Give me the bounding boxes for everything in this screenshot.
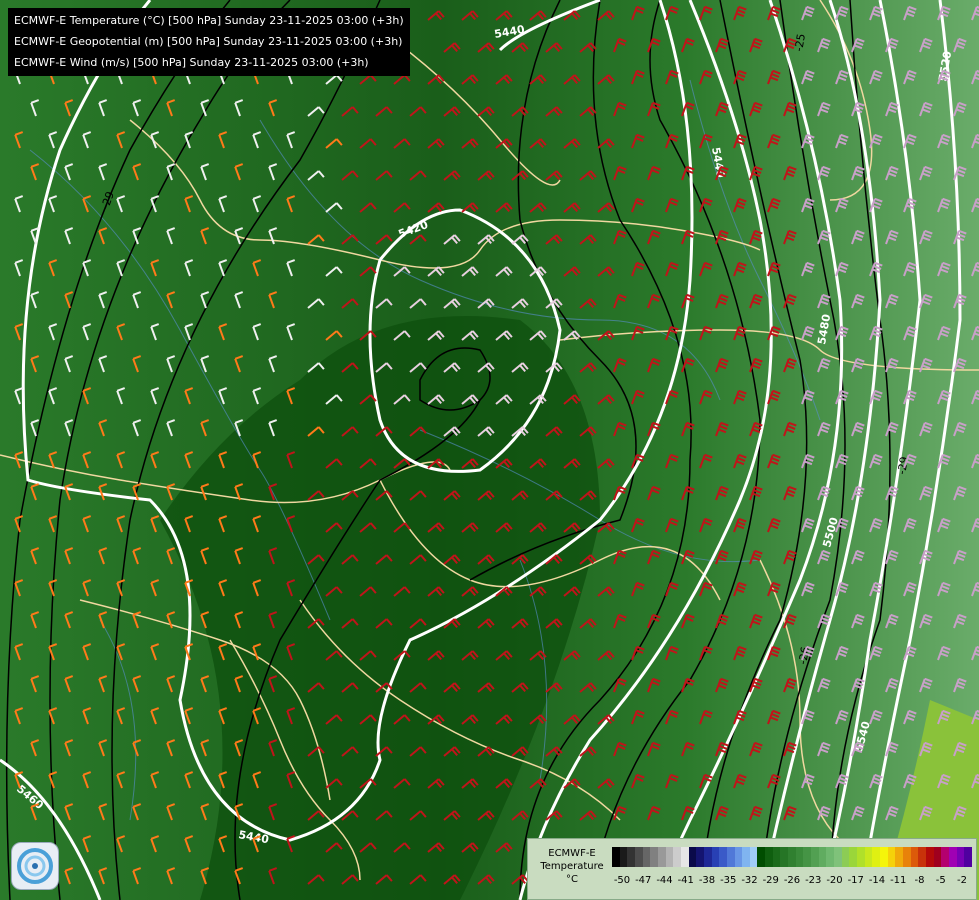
legend-swatch	[872, 847, 880, 867]
legend-swatch	[941, 847, 949, 867]
legend-swatch	[841, 847, 850, 867]
legend-tick-label: -20	[826, 875, 843, 886]
legend-swatch	[634, 847, 643, 867]
legend-swatch	[788, 847, 796, 867]
provider-logo-icon	[11, 842, 59, 890]
legend-swatch	[703, 847, 712, 867]
legend-swatch	[857, 847, 865, 867]
legend-tick-label: -2	[957, 875, 967, 886]
map-title-box: ECMWF-E Temperature (°C) [500 hPa] Sunda…	[8, 8, 410, 76]
legend-swatch	[680, 847, 689, 867]
legend-tick-label: -38	[698, 875, 716, 886]
legend-swatch	[956, 847, 965, 867]
legend-tick-label: -17	[847, 875, 864, 886]
title-temperature: ECMWF-E Temperature (°C) [500 hPa] Sunda…	[14, 14, 404, 27]
legend-swatch	[657, 847, 666, 867]
legend-swatch	[765, 847, 773, 867]
legend-tick-label: -14	[868, 875, 886, 886]
legend-tick-label: -35	[720, 875, 737, 886]
legend-swatch	[811, 847, 819, 867]
temperature-legend: ECMWF-E Temperature °C -50 -47 -44 -41 -38 -3…	[527, 838, 977, 900]
legend-swatch	[772, 847, 781, 867]
legend-tick-label: -26	[783, 875, 801, 886]
legend-tick-label: -11	[890, 875, 907, 886]
legend-swatch	[910, 847, 919, 867]
legend-tick-label: -44	[656, 875, 673, 886]
legend-swatch	[612, 847, 620, 867]
legend-title: ECMWF-E Temperature °C	[540, 848, 604, 885]
weather-map: 5440 5420 5440 5460 5480 5500 5520 5540 …	[0, 0, 979, 900]
legend-swatch	[627, 847, 635, 867]
legend-swatch	[650, 847, 658, 867]
legend-swatch	[826, 847, 835, 867]
legend-tick-label: -5	[935, 875, 946, 886]
title-geopotential: ECMWF-E Geopotential (m) [500 hPa] Sunda…	[14, 35, 403, 48]
legend-swatch	[665, 847, 674, 867]
legend-swatch	[803, 847, 812, 867]
legend-swatch	[933, 847, 942, 867]
legend-swatch	[879, 847, 888, 867]
legend-swatch	[719, 847, 727, 867]
legend-swatch	[742, 847, 750, 867]
legend-swatch	[849, 847, 857, 867]
legend-tick-label: -47	[635, 875, 652, 886]
legend-tick-label: -50	[613, 875, 631, 886]
legend-tick-label: -8	[914, 875, 925, 886]
legend-tick-label: -32	[741, 875, 758, 886]
legend-swatch	[711, 847, 720, 867]
legend-swatch	[795, 847, 804, 867]
title-wind: ECMWF-E Wind (m/s) [500 hPa] Sunday 23-1…	[14, 56, 369, 69]
legend-swatch	[749, 847, 758, 867]
legend-swatch	[642, 847, 651, 867]
legend-swatch	[948, 847, 957, 867]
legend-swatch	[925, 847, 934, 867]
legend-swatch	[864, 847, 873, 867]
legend-swatch	[918, 847, 926, 867]
legend-swatch	[688, 847, 697, 867]
legend-swatch	[780, 847, 789, 867]
legend-swatch	[964, 847, 972, 867]
legend-swatch	[673, 847, 681, 867]
legend-swatch	[726, 847, 735, 867]
legend-swatch	[834, 847, 842, 867]
legend-swatch	[734, 847, 743, 867]
legend-swatch	[696, 847, 704, 867]
legend-swatch	[895, 847, 903, 867]
legend-swatch	[757, 847, 766, 867]
legend-tick-label: -41	[677, 875, 694, 886]
legend-swatch	[887, 847, 896, 867]
legend-swatch	[818, 847, 827, 867]
legend-swatch	[902, 847, 911, 867]
legend-tick-label: -29	[762, 875, 779, 886]
legend-ticks: -50 -47 -44 -41 -38 -35 -32 -29 -26 -23 -20 -17 -14-…	[608, 875, 972, 889]
legend-tick-label: -23	[805, 875, 822, 886]
legend-swatch	[619, 847, 628, 867]
legend-color-scale	[612, 847, 972, 867]
